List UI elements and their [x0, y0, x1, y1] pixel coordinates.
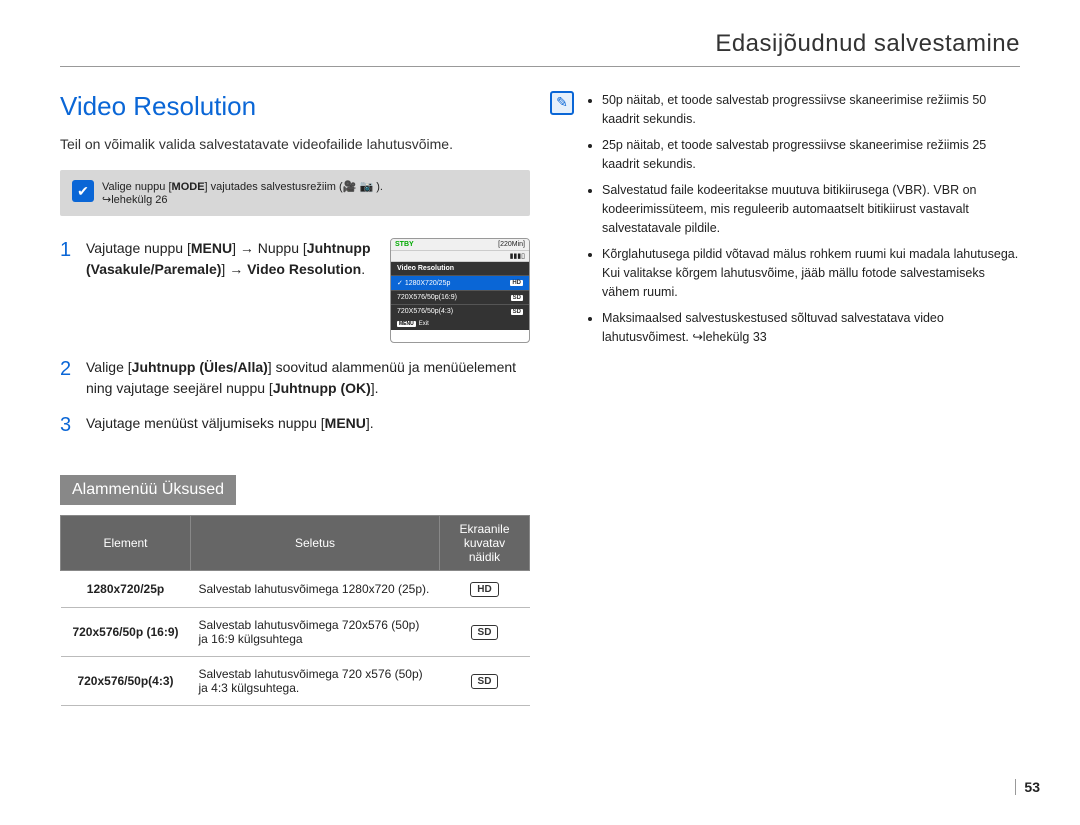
th-element: Element: [61, 516, 191, 571]
list-item: Salvestatud faile kodeeritakse muutuva b…: [602, 181, 1020, 239]
page-title: Video Resolution: [60, 91, 530, 122]
chapter-title: Edasijõudnud salvestamine: [60, 30, 1020, 58]
table-row: 720x576/50p (16:9) Salvestab lahutusvõim…: [61, 608, 530, 657]
note-text: Valige nuppu [MODE] vajutades salvestusr…: [102, 180, 383, 206]
menu-row-1[interactable]: 720X576/50p(16:9) SD: [391, 290, 529, 304]
sd-badge: SD: [471, 674, 499, 689]
menu-footer: MENU Exit: [391, 318, 529, 330]
pencil-icon: ✎: [550, 91, 574, 115]
stby-label: STBY: [395, 241, 414, 248]
menu-title: Video Resolution: [391, 262, 529, 275]
page-number: 53: [1015, 779, 1040, 795]
list-item: Maksimaalsed salvestuskestused sõltuvad …: [602, 309, 1020, 348]
battery-icon: ▮▮▮▯: [510, 252, 525, 260]
intro-text: Teil on võimalik valida salvestatavate v…: [60, 136, 530, 152]
check-icon: ✔: [72, 180, 94, 202]
sd-badge: SD: [471, 625, 499, 640]
note-box: ✔ Valige nuppu [MODE] vajutades salvestu…: [60, 170, 530, 216]
list-item: Kõrglahutusega pildid võtavad mälus rohk…: [602, 245, 1020, 303]
menu-row-0[interactable]: ✓ 1280X720/25p HD: [391, 275, 529, 290]
menu-row-2[interactable]: 720X576/50p(4:3) SD: [391, 304, 529, 318]
right-note-list: 50p näitab, et toode salvestab progressi…: [584, 91, 1020, 354]
right-note-box: ✎ 50p näitab, et toode salvestab progres…: [550, 91, 1020, 354]
camera-screen-mock: STBY [220Min] ▮▮▮▯ Video Resolution ✓ 12…: [390, 238, 530, 343]
step-1: 1 Vajutage nuppu [MENU] → Nuppu [Juhtnup…: [60, 238, 530, 343]
th-indicator: Ekraanile kuvatav näidik: [440, 516, 530, 571]
hd-badge: HD: [470, 582, 498, 597]
list-item: 50p näitab, et toode salvestab progressi…: [602, 91, 1020, 130]
chapter-header: Edasijõudnud salvestamine: [60, 0, 1020, 67]
table-row: 1280x720/25p Salvestab lahutusvõimega 12…: [61, 571, 530, 608]
th-desc: Seletus: [191, 516, 440, 571]
step-3: 3 Vajutage menüüst väljumiseks nuppu [ME…: [60, 413, 530, 437]
list-item: 25p näitab, et toode salvestab progressi…: [602, 136, 1020, 175]
submenu-table: Element Seletus Ekraanile kuvatav näidik…: [60, 515, 530, 706]
step-2: 2 Valige [Juhtnupp (Üles/Alla)] soovitud…: [60, 357, 530, 399]
table-row: 720x576/50p(4:3) Salvestab lahutusvõimeg…: [61, 657, 530, 706]
submenu-header: Alammenüü Üksused: [60, 475, 236, 505]
time-left: [220Min]: [498, 241, 525, 248]
